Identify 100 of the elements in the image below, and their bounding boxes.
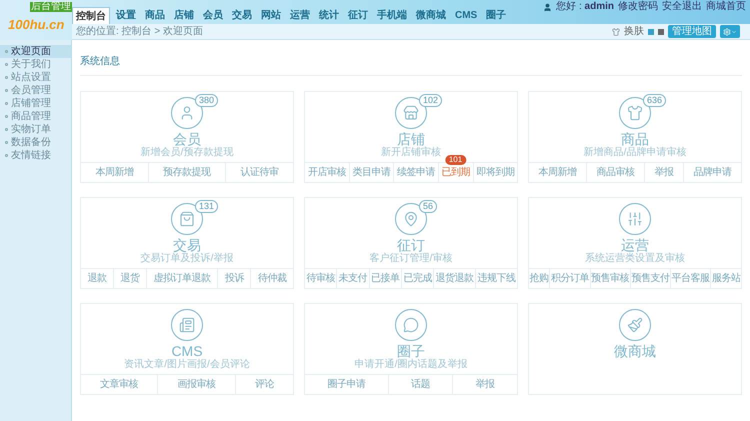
header-link[interactable]: 修改密码: [618, 1, 658, 13]
card-link[interactable]: 本周新增: [538, 165, 576, 180]
card-link[interactable]: 画报审核: [177, 377, 216, 392]
nav-tab[interactable]: 征订: [345, 7, 371, 24]
nav-tab[interactable]: 商品: [142, 7, 168, 24]
header-link[interactable]: 安全退出: [662, 1, 702, 13]
card-description: 系统运营类设置及审核: [585, 253, 685, 265]
card-title: 商品: [621, 131, 649, 147]
skin-label: 换肤: [624, 25, 644, 39]
card-link[interactable]: 待审核: [306, 271, 335, 286]
nav-tab[interactable]: 会员: [200, 7, 226, 24]
card-link[interactable]: 投诉: [224, 271, 244, 286]
card-link[interactable]: 续签申请: [396, 165, 435, 180]
card-title: 店铺: [397, 131, 425, 147]
card-link[interactable]: 未支付: [338, 271, 368, 286]
card-link[interactable]: 即将到期: [476, 165, 514, 180]
sidebar-item[interactable]: 友情链接: [0, 149, 71, 162]
card-title: 圈子: [397, 343, 425, 359]
card-title: 微商城: [614, 343, 656, 359]
card-link[interactable]: 举报: [654, 165, 674, 180]
nav-tab[interactable]: 交易: [229, 7, 255, 24]
count-badge: 636: [643, 94, 666, 107]
sliders-icon: [619, 203, 651, 235]
card-title: 交易: [173, 237, 201, 253]
count-badge: 102: [419, 94, 442, 107]
nav-tab[interactable]: 统计: [316, 7, 342, 24]
card-link[interactable]: 商品审核: [596, 165, 634, 180]
card-link[interactable]: 话题: [411, 377, 430, 392]
card-link[interactable]: 品牌申请: [694, 165, 732, 180]
card-link[interactable]: 退款: [88, 271, 107, 286]
greeting: 您好 : admin: [556, 1, 614, 13]
card-description: 新增商品/品牌申请审核: [584, 147, 686, 159]
card-link[interactable]: 已完成: [403, 271, 432, 286]
card-link[interactable]: 抢购: [530, 271, 549, 286]
card-link[interactable]: 预售审核: [591, 271, 630, 286]
sidebar-item[interactable]: 店铺管理: [0, 97, 71, 110]
count-badge: 56: [419, 200, 438, 213]
card-description: 客户征订管理/审核: [370, 253, 452, 265]
card-link[interactable]: 开店审核: [308, 165, 346, 180]
sidebar-item[interactable]: 欢迎页面: [0, 45, 71, 58]
sidebar-item[interactable]: 关于我们: [0, 58, 71, 71]
card-link[interactable]: 认证待审: [240, 165, 279, 180]
nav-tab[interactable]: 控制台: [72, 7, 110, 24]
nav-tab[interactable]: 网站: [258, 7, 284, 24]
shirt-icon: [612, 28, 620, 36]
sidebar-item[interactable]: 商品管理: [0, 110, 71, 123]
nav-tab[interactable]: 设置: [113, 7, 139, 24]
speech-bubble-icon: [395, 309, 427, 341]
card-description: 资讯文章/图片画报/会员评论: [124, 359, 250, 371]
sidebar-item[interactable]: 站点设置: [0, 71, 71, 84]
user-icon: [543, 2, 552, 12]
card-link[interactable]: 退货退款: [436, 271, 474, 286]
card-description: 新增会员/预存款提现: [140, 147, 234, 159]
card-link[interactable]: 预存款提现: [163, 165, 211, 180]
card-link[interactable]: 本周新增: [95, 165, 134, 180]
card-link[interactable]: 已接单: [371, 271, 400, 286]
card-description: 交易订单及投诉/举报: [140, 253, 234, 265]
card-link[interactable]: 虚拟订单退款: [154, 271, 211, 286]
card-link[interactable]: 退货: [120, 271, 140, 286]
card-link[interactable]: 评论: [254, 377, 274, 392]
skin-swatch[interactable]: [648, 28, 654, 34]
nav-tab[interactable]: 手机端: [374, 7, 410, 24]
card-link[interactable]: 待仲裁: [258, 271, 286, 286]
breadcrumb: 您的位置: 控制台 > 欢迎页面: [76, 24, 203, 39]
nav-tab[interactable]: 微商城: [413, 7, 449, 24]
count-badge: 131: [195, 200, 218, 213]
skin-swatch[interactable]: [658, 28, 664, 34]
alert-badge: 101: [444, 155, 466, 165]
logo-tag: 后台管理: [30, 2, 72, 12]
count-badge: 380: [195, 94, 218, 107]
sidebar-item[interactable]: 数据备份: [0, 136, 71, 149]
card-title: CMS: [171, 343, 203, 359]
sidebar-item[interactable]: 会员管理: [0, 84, 71, 97]
map-button[interactable]: 管理地图: [668, 25, 716, 38]
card-link[interactable]: 违规下线: [478, 271, 516, 286]
caret-icon: [731, 28, 737, 34]
nav-tab[interactable]: 店铺: [171, 7, 197, 24]
card-description: 申请开通/圈内话题及举报: [354, 359, 468, 371]
card-link[interactable]: 举报: [476, 377, 495, 392]
nav-tab[interactable]: 运营: [287, 7, 313, 24]
card-link[interactable]: 积分订单: [550, 271, 589, 286]
nav-tab[interactable]: CMS: [452, 7, 480, 24]
sidebar-item[interactable]: 实物订单: [0, 123, 71, 136]
card-link[interactable]: 平台客服: [672, 271, 710, 286]
card-description: 新开店铺审核: [381, 147, 441, 159]
newspaper-icon: [171, 309, 203, 341]
settings-button[interactable]: [720, 25, 740, 38]
settings-icon: [723, 28, 731, 36]
header-link[interactable]: 商城首页: [706, 1, 746, 13]
card-link[interactable]: 类目申请: [352, 165, 390, 180]
card-link[interactable]: 预售支付: [631, 271, 670, 286]
card-link[interactable]: 文章审核: [100, 377, 138, 392]
card-link[interactable]: 圈子申请: [327, 377, 366, 392]
card-link[interactable]: 已到期: [441, 165, 470, 180]
section-title: 系统信息: [80, 56, 120, 67]
card-title: 征订: [397, 237, 425, 253]
card-title: 运营: [621, 237, 649, 253]
nav-tab[interactable]: 圈子: [483, 7, 510, 24]
card-title: 会员: [173, 131, 201, 147]
card-link[interactable]: 服务站: [712, 271, 740, 286]
